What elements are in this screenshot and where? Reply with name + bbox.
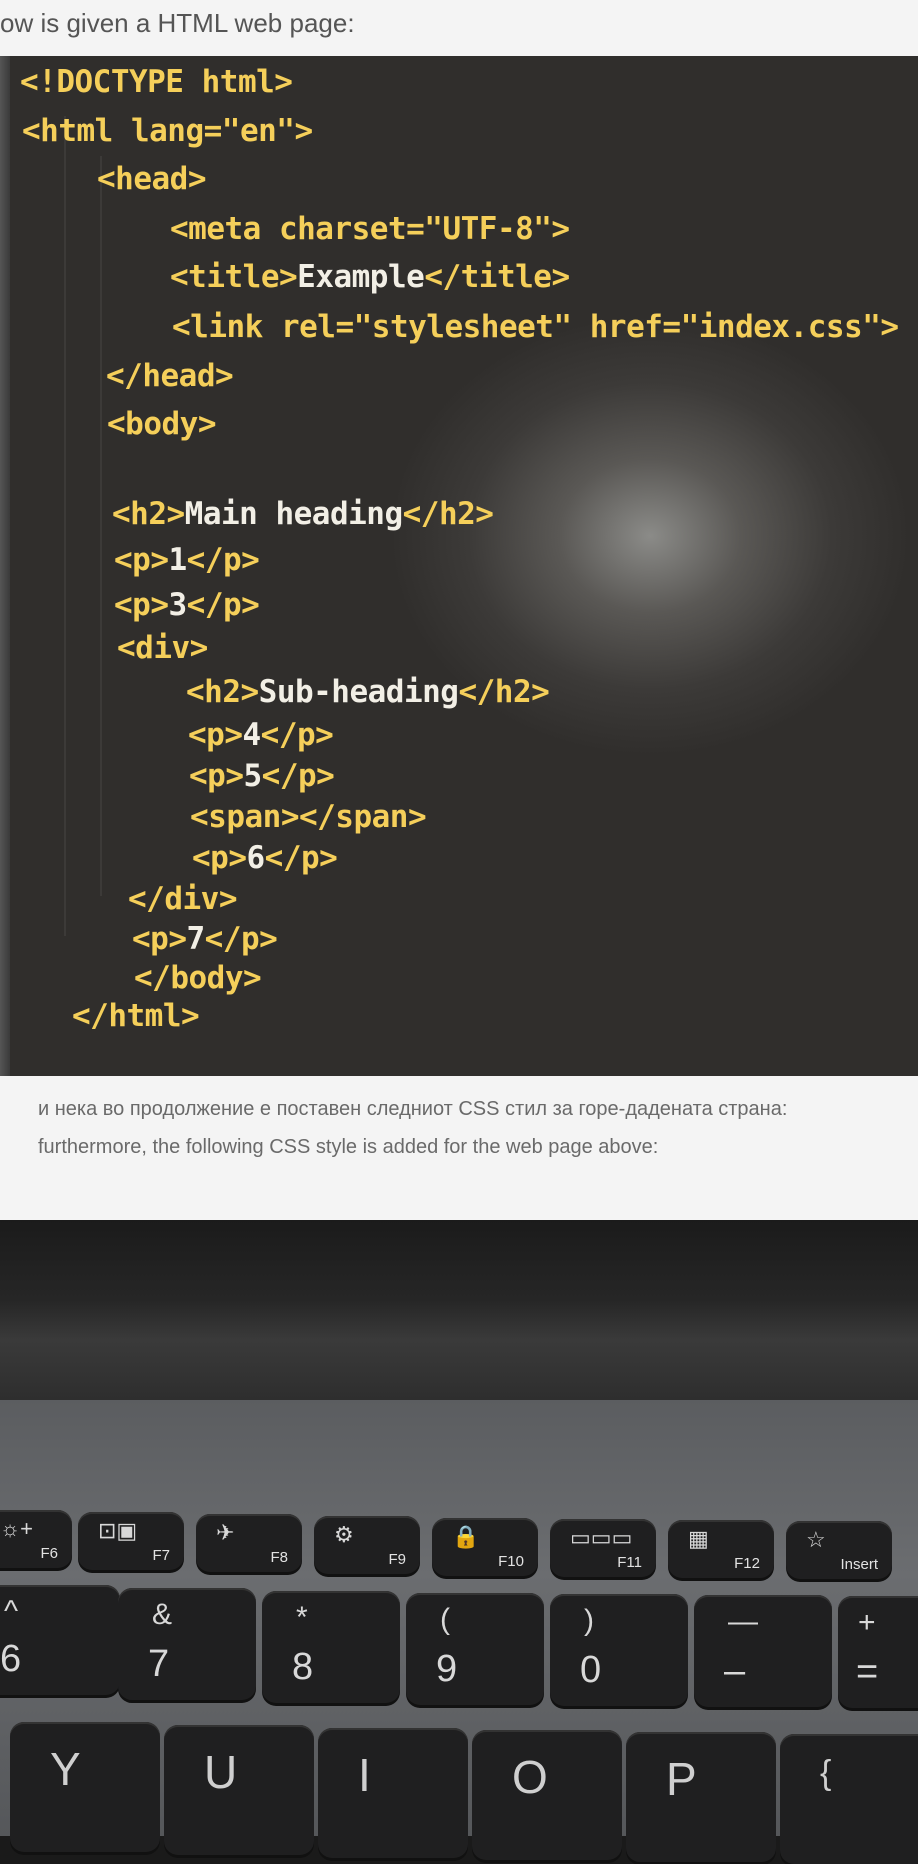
intro-text: ow is given a HTML web page: [0, 8, 355, 38]
key-insert[interactable]: ☆ Insert [786, 1521, 892, 1579]
keyboard-deck: ☼+ F6 ⊡▣ F7 ✈ F8 ⚙ F9 🔒 F10 ▭▭▭ F11 ▦ F1… [0, 1400, 918, 1864]
code-line: <!DOCTYPE html> [20, 64, 293, 100]
code-line: <body> [107, 406, 216, 442]
screen: ow is given a HTML web page: <!DOCTYPE h… [0, 0, 918, 1225]
code-line: <link rel="stylesheet" href="index.css"> [172, 309, 899, 345]
key-f11[interactable]: ▭▭▭ F11 [550, 1519, 656, 1577]
key-o[interactable]: O [472, 1730, 622, 1860]
key-f7[interactable]: ⊡▣ F7 [78, 1512, 184, 1570]
code-line: <html lang="en"> [22, 113, 313, 149]
airplane-mode-icon: ✈ [216, 1520, 235, 1545]
code-line: </body> [134, 960, 262, 996]
key-y[interactable]: Y [10, 1722, 160, 1852]
code-line: <h2>Main heading</h2> [112, 496, 494, 532]
code-line: <h2>Sub-heading</h2> [186, 674, 550, 710]
key-left-brace[interactable]: { [780, 1734, 918, 1864]
code-line: <head> [97, 161, 206, 197]
key-f10[interactable]: 🔒 F10 [432, 1518, 538, 1576]
key-minus[interactable]: — – [694, 1595, 832, 1707]
calculator-icon: ▦ [688, 1526, 709, 1551]
key-7[interactable]: & 7 [118, 1588, 256, 1700]
code-block: <!DOCTYPE html> <html lang="en"> <head> … [0, 56, 918, 1076]
key-equals[interactable]: + = [838, 1596, 918, 1708]
key-8[interactable]: * 8 [262, 1591, 400, 1703]
code-line: <span></span> [190, 799, 427, 835]
code-line: <div> [117, 630, 208, 666]
paragraph-macedonian: и нека во продолжение е поставен следнио… [38, 1098, 788, 1120]
keyboard-icon: ▭▭▭ [570, 1525, 633, 1550]
code-line: </html> [72, 998, 200, 1034]
key-i[interactable]: I [318, 1728, 468, 1858]
code-line: <p>5</p> [189, 758, 335, 794]
laptop-bezel [0, 1220, 918, 1420]
code-line: <title>Example</title> [170, 259, 570, 295]
indent-guide [100, 156, 102, 896]
key-9[interactable]: ( 9 [406, 1593, 544, 1705]
paragraph-english: furthermore, the following CSS style is … [38, 1136, 659, 1158]
code-line: <p>1</p> [114, 542, 260, 578]
key-f9[interactable]: ⚙ F9 [314, 1516, 420, 1574]
key-6[interactable]: ^ 6 [0, 1585, 120, 1695]
key-f12[interactable]: ▦ F12 [668, 1520, 774, 1578]
code-line: </head> [106, 358, 234, 394]
lock-icon: 🔒 [452, 1524, 480, 1549]
key-f8[interactable]: ✈ F8 [196, 1514, 302, 1572]
key-p[interactable]: P [626, 1732, 776, 1862]
code-line: <p>7</p> [132, 921, 278, 957]
settings-gear-icon: ⚙ [334, 1522, 354, 1547]
code-line: <meta charset="UTF-8"> [170, 211, 570, 247]
star-icon: ☆ [806, 1527, 826, 1552]
code-line: <p>3</p> [114, 587, 260, 623]
display-switch-icon: ⊡▣ [98, 1518, 138, 1543]
code-line: </div> [128, 881, 237, 917]
code-line: <p>6</p> [192, 840, 338, 876]
brightness-up-icon: ☼+ [0, 1516, 34, 1541]
key-f6[interactable]: ☼+ F6 [0, 1510, 72, 1568]
key-0[interactable]: ) 0 [550, 1594, 688, 1706]
indent-guide [64, 116, 66, 936]
code-line: <p>4</p> [188, 717, 334, 753]
